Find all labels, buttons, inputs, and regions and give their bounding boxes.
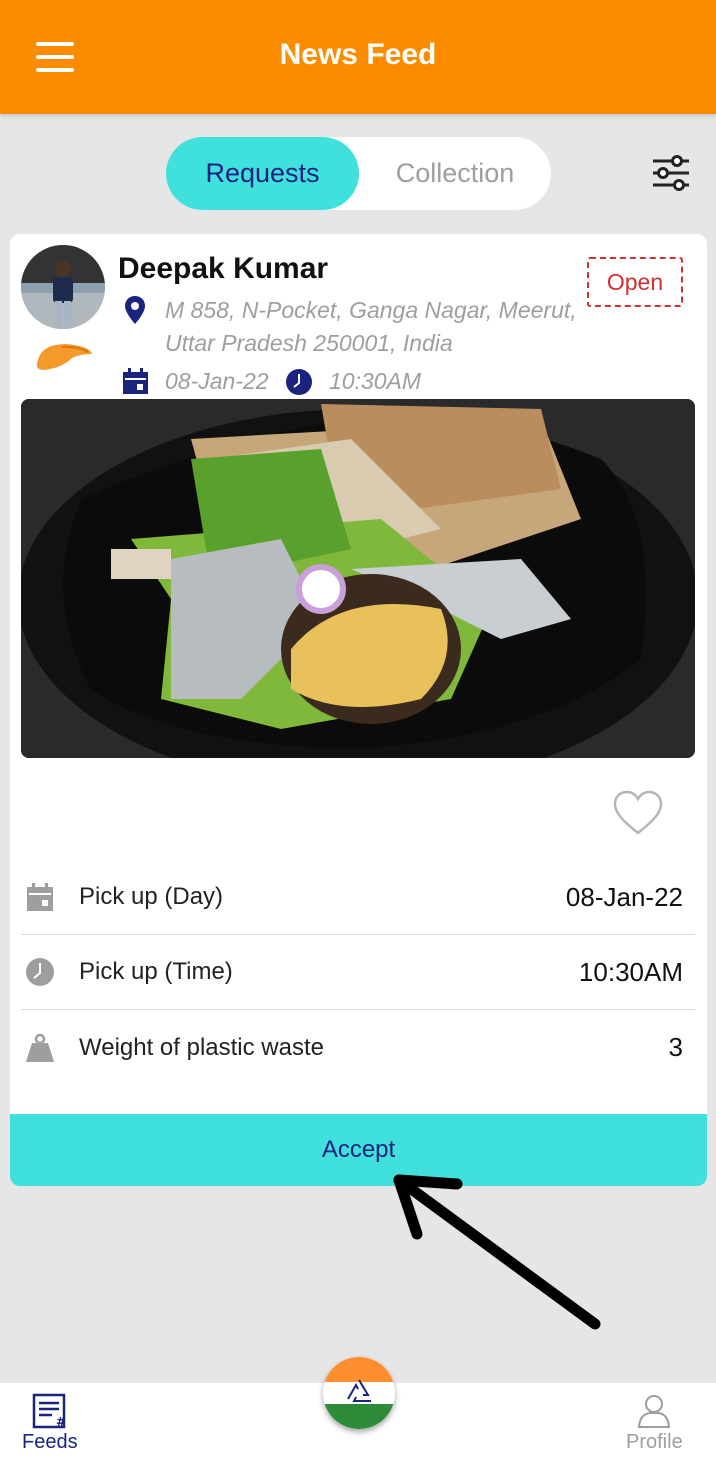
detail-value: 08-Jan-22 xyxy=(565,881,683,912)
request-date: 08-Jan-22 xyxy=(165,368,269,394)
tab-collection[interactable]: Collection xyxy=(359,137,551,210)
nav-profile-label: Profile xyxy=(626,1431,683,1453)
weight-icon xyxy=(26,1033,54,1062)
waste-photo xyxy=(21,399,695,758)
request-time: 10:30AM xyxy=(329,368,422,394)
tab-requests[interactable]: Requests xyxy=(166,137,359,210)
detail-value: 3 xyxy=(668,1032,683,1062)
location-pin-icon xyxy=(125,296,145,324)
avatar[interactable] xyxy=(21,245,105,329)
nav-profile[interactable]: Profile xyxy=(626,1393,683,1454)
detail-label: Pick up (Day) xyxy=(79,883,224,910)
cap-icon xyxy=(36,344,92,370)
feed-card: Deepak Kumar Open M 858, N-Pocket, Ganga… xyxy=(10,234,707,1186)
sliders-icon[interactable] xyxy=(651,153,691,193)
nav-feeds[interactable]: # Feeds xyxy=(22,1393,78,1454)
accept-button[interactable]: Accept xyxy=(10,1114,707,1186)
annotation-arrow-icon xyxy=(393,1174,601,1330)
page-title: News Feed xyxy=(279,38,437,71)
tab-switch: Requests Collection xyxy=(166,137,551,210)
recycle-fab-button[interactable] xyxy=(323,1357,395,1429)
address-line-2: Uttar Pradesh 250001, India xyxy=(165,330,453,356)
svg-text:#: # xyxy=(56,1415,66,1429)
detail-row-pickup-day: Pick up (Day) 08-Jan-22 xyxy=(21,860,695,935)
calendar-icon xyxy=(123,368,148,394)
app-bar: News Feed xyxy=(0,0,716,114)
detail-label: Weight of plastic waste xyxy=(79,1033,325,1061)
address: M 858, N-Pocket, Ganga Nagar, Meerut, Ut… xyxy=(165,294,585,360)
status-badge: Open xyxy=(587,257,683,307)
detail-label: Pick up (Time) xyxy=(79,958,233,985)
feeds-icon: # xyxy=(32,1393,66,1429)
clock-icon xyxy=(26,958,54,986)
user-name: Deepak Kumar xyxy=(118,252,329,285)
detail-row-pickup-time: Pick up (Time) 10:30AM xyxy=(21,935,695,1010)
nav-feeds-label: Feeds xyxy=(22,1431,78,1453)
clock-icon xyxy=(286,369,312,395)
address-line-1: M 858, N-Pocket, Ganga Nagar, Meerut, xyxy=(165,297,577,323)
recycle-icon xyxy=(347,1379,371,1402)
calendar-icon xyxy=(27,883,53,911)
profile-icon xyxy=(638,1395,671,1428)
detail-row-weight: Weight of plastic waste 3 xyxy=(21,1010,695,1085)
heart-icon[interactable] xyxy=(613,790,663,836)
detail-value: 10:30AM xyxy=(578,956,683,987)
